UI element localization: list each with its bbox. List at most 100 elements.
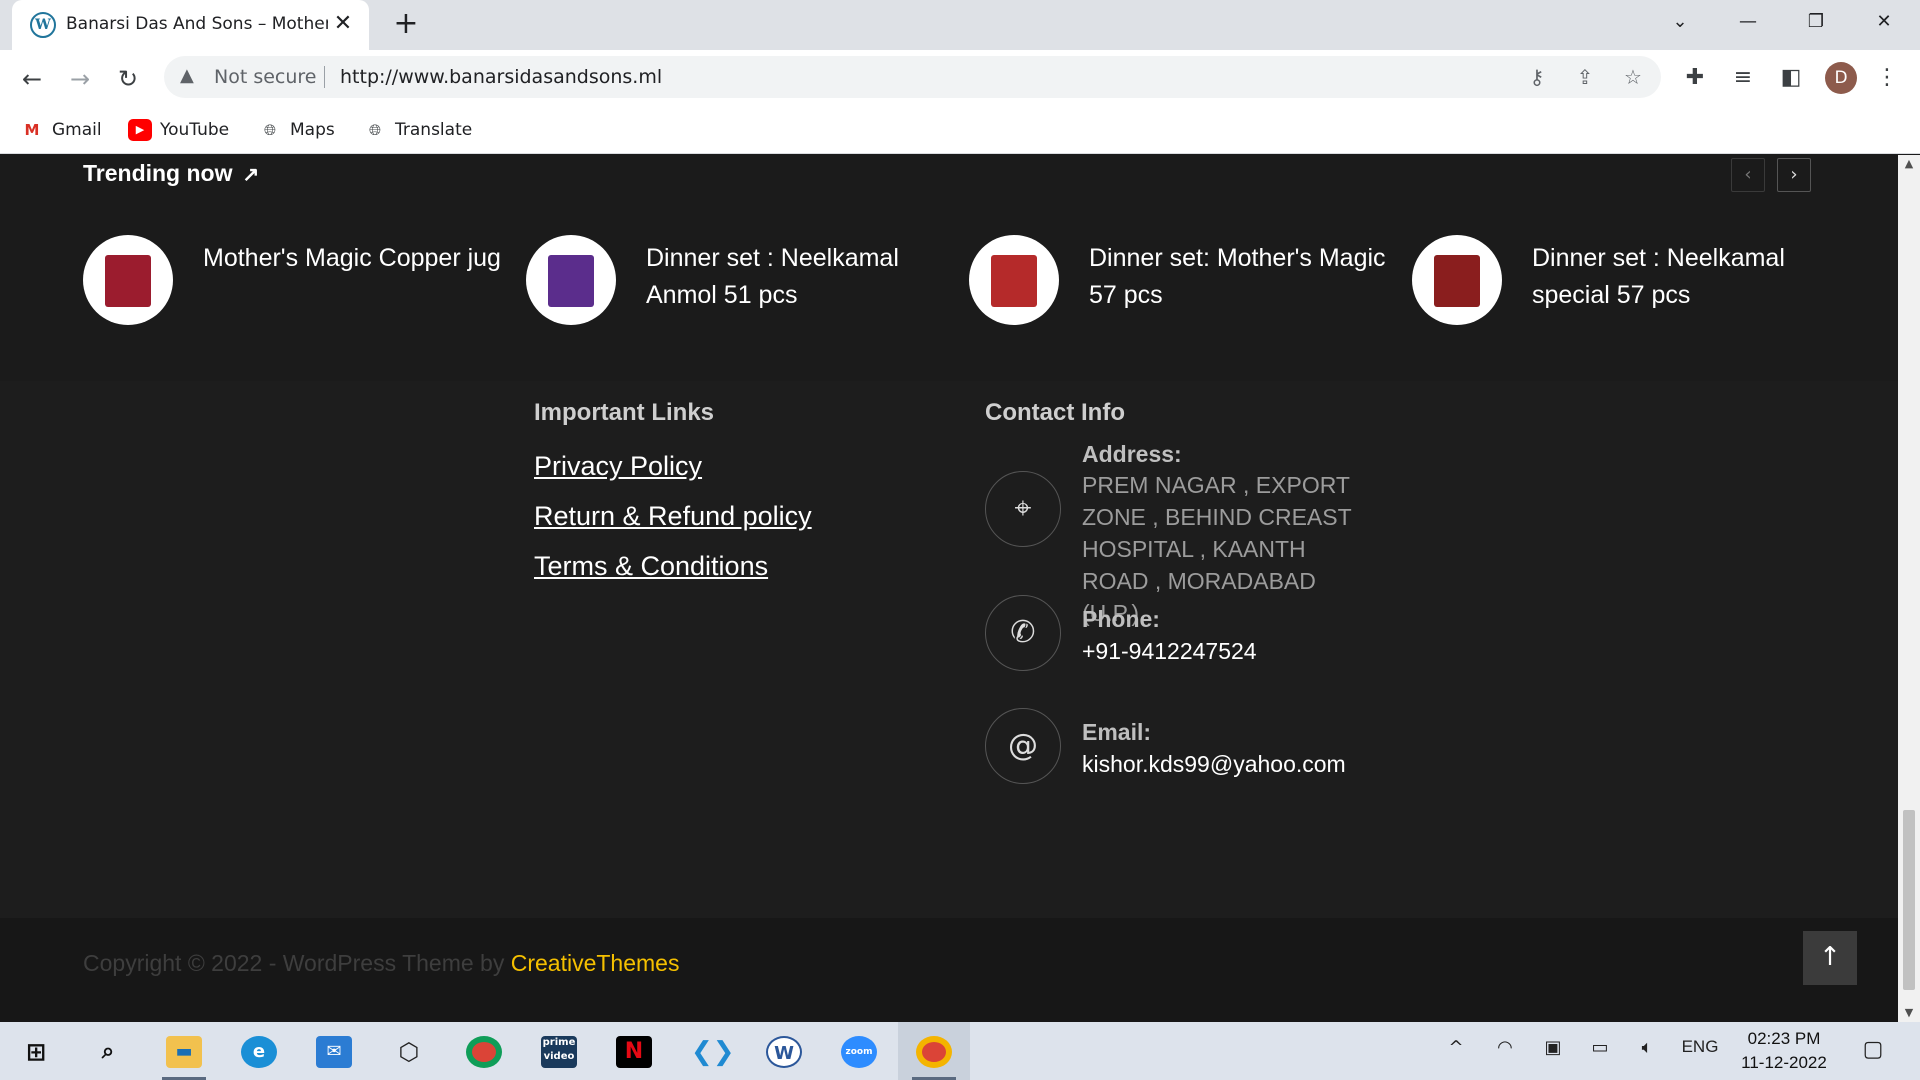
- profile-avatar[interactable]: D: [1825, 62, 1857, 94]
- wifi-icon[interactable]: ◠: [1490, 1037, 1520, 1058]
- bookmark-maps[interactable]: 🌐︎ Maps: [258, 119, 335, 143]
- taskbar-edge[interactable]: e: [223, 1022, 295, 1080]
- page-scrollbar[interactable]: ▲ ▼: [1898, 155, 1920, 1022]
- bookmark-youtube[interactable]: ▶ YouTube: [128, 119, 229, 143]
- taskbar-prime-video[interactable]: prime video: [523, 1022, 595, 1080]
- address-separator: [324, 66, 325, 88]
- vscode-icon: ❮❯: [691, 1037, 735, 1067]
- system-clock[interactable]: 02:23 PM 11-12-2022: [1735, 1027, 1833, 1075]
- taskbar-zoom[interactable]: zoom: [823, 1022, 895, 1080]
- product-box-image: [991, 255, 1037, 307]
- product-thumbnail[interactable]: [969, 235, 1059, 325]
- minimize-button[interactable]: —: [1713, 0, 1783, 44]
- email-value[interactable]: kishor.kds99@yahoo.com: [1082, 748, 1422, 780]
- language-indicator[interactable]: ENG: [1677, 1037, 1723, 1057]
- clock-time: 02:23 PM: [1747, 1029, 1821, 1048]
- bookmark-translate[interactable]: 🌐︎ Translate: [363, 119, 472, 143]
- browser-toolbar: ← → ↻ ▲ Not secure http://www.banarsidas…: [0, 50, 1920, 107]
- youtube-icon: ▶: [128, 119, 152, 141]
- security-status[interactable]: Not secure: [214, 66, 317, 88]
- taskbar-file-explorer[interactable]: ▬: [148, 1022, 220, 1080]
- product-thumbnail[interactable]: [1412, 235, 1502, 325]
- taskbar-mail[interactable]: ✉: [298, 1022, 370, 1080]
- windows-logo-icon: ⊞: [25, 1038, 47, 1066]
- footer-widgets: Important Links Privacy Policy Return & …: [0, 381, 1898, 918]
- trending-item[interactable]: Dinner set: Mother's Magic 57 pcs: [969, 235, 1409, 327]
- taskbar-chrome[interactable]: [448, 1022, 520, 1080]
- refund-policy-link[interactable]: Return & Refund policy: [534, 501, 812, 532]
- side-panel-icon[interactable]: ◧: [1775, 62, 1807, 94]
- extensions-icon[interactable]: ✚: [1679, 62, 1711, 94]
- url-text[interactable]: http://www.banarsidasandsons.ml: [340, 66, 662, 88]
- trending-item[interactable]: Dinner set : Neelkamal special 57 pcs: [1412, 235, 1852, 327]
- taskbar-unity[interactable]: ⬡: [373, 1022, 445, 1080]
- copyright-text: Copyright © 2022 - WordPress Theme by Cr…: [83, 950, 680, 976]
- privacy-policy-link[interactable]: Privacy Policy: [534, 451, 702, 482]
- important-links-heading: Important Links: [534, 399, 715, 426]
- volume-icon[interactable]: 🔈︎: [1632, 1037, 1662, 1058]
- tab-search-icon[interactable]: ⌄: [1645, 0, 1715, 44]
- taskbar-wordpad[interactable]: W: [748, 1022, 820, 1080]
- notification-icon[interactable]: ▢: [1855, 1037, 1891, 1062]
- chrome-profile-icon: [916, 1036, 952, 1068]
- restore-button[interactable]: ❐: [1781, 0, 1851, 44]
- search-icon: ⌕: [101, 1039, 115, 1064]
- phone-label: Phone:: [1082, 606, 1160, 632]
- scroll-down-arrow-icon[interactable]: ▼: [1898, 1004, 1920, 1022]
- taskbar-netflix[interactable]: N: [598, 1022, 670, 1080]
- product-box-image: [1434, 255, 1480, 307]
- mail-icon: ✉: [316, 1036, 352, 1068]
- bookmarks-bar: M Gmail ▶ YouTube 🌐︎ Maps 🌐︎ Translate: [0, 107, 1920, 154]
- media-control-icon[interactable]: ≡: [1727, 62, 1759, 94]
- product-thumbnail[interactable]: [526, 235, 616, 325]
- windows-taskbar: ⊞ ⌕ ▬ e ✉ ⬡ prime video N ❮❯ W zoom ^ ◠ ▣…: [0, 1022, 1920, 1080]
- product-name[interactable]: Dinner set: Mother's Magic 57 pcs: [1089, 240, 1389, 314]
- page-content: Trending now ↗ ‹ › Mother's Magic Copper …: [0, 155, 1898, 1022]
- maps-icon: 🌐︎: [263, 121, 276, 139]
- file-explorer-icon: ▬: [166, 1036, 202, 1068]
- share-icon[interactable]: ⇪: [1572, 64, 1598, 90]
- meet-now-icon[interactable]: ▣: [1538, 1037, 1568, 1058]
- bookmark-gmail[interactable]: M Gmail: [20, 119, 102, 143]
- wordpad-icon: W: [766, 1036, 802, 1068]
- email-label: Email:: [1082, 719, 1152, 745]
- reload-button[interactable]: ↻: [112, 63, 144, 95]
- tab-strip: W Banarsi Das And Sons – Mother's ✕ + ⌄ …: [0, 0, 1920, 51]
- close-tab-icon[interactable]: ✕: [329, 10, 357, 38]
- creativethemes-link[interactable]: CreativeThemes: [511, 950, 680, 976]
- address-bar[interactable]: ▲ Not secure http://www.banarsidasandson…: [164, 56, 1661, 98]
- address-value: PREM NAGAR , EXPORT ZONE , BEHIND CREAST…: [1082, 472, 1352, 626]
- search-button[interactable]: ⌕: [72, 1022, 144, 1080]
- product-name[interactable]: Dinner set : Neelkamal Anmol 51 pcs: [646, 240, 946, 314]
- phone-value[interactable]: +91-9412247524: [1082, 635, 1422, 667]
- warning-icon: ▲: [180, 65, 194, 86]
- close-window-button[interactable]: ✕: [1849, 0, 1919, 44]
- start-button[interactable]: ⊞: [0, 1022, 72, 1080]
- scroll-up-arrow-icon[interactable]: ▲: [1898, 155, 1920, 173]
- new-tab-button[interactable]: +: [390, 9, 422, 41]
- key-icon[interactable]: ⚷: [1524, 64, 1550, 90]
- terms-link[interactable]: Terms & Conditions: [534, 551, 768, 582]
- tab-title: Banarsi Das And Sons – Mother's: [66, 14, 328, 34]
- menu-icon[interactable]: ⋮: [1871, 62, 1903, 94]
- show-hidden-icons-icon[interactable]: ^: [1443, 1037, 1469, 1058]
- clock-date: 11-12-2022: [1741, 1053, 1827, 1072]
- bookmark-star-icon[interactable]: ☆: [1620, 64, 1646, 90]
- browser-tab[interactable]: W Banarsi Das And Sons – Mother's ✕: [12, 0, 369, 51]
- product-name[interactable]: Mother's Magic Copper jug: [203, 240, 503, 277]
- scrollbar-thumb[interactable]: [1903, 810, 1915, 990]
- footer-bottom-bar: Copyright © 2022 - WordPress Theme by Cr…: [0, 918, 1898, 1022]
- email-at-icon: @: [985, 708, 1061, 784]
- taskbar-chrome-profile[interactable]: [898, 1022, 970, 1080]
- product-name[interactable]: Dinner set : Neelkamal special 57 pcs: [1532, 240, 1832, 314]
- slider-next-button[interactable]: ›: [1777, 158, 1811, 192]
- product-thumbnail[interactable]: [83, 235, 173, 325]
- back-button[interactable]: ←: [16, 63, 48, 95]
- slider-prev-button[interactable]: ‹: [1731, 158, 1765, 192]
- scroll-to-top-button[interactable]: ↑: [1803, 931, 1857, 985]
- taskbar-vscode[interactable]: ❮❯: [673, 1022, 745, 1080]
- trending-item[interactable]: Dinner set : Neelkamal Anmol 51 pcs: [526, 235, 966, 327]
- forward-button[interactable]: →: [64, 63, 96, 95]
- battery-icon[interactable]: ▭: [1585, 1037, 1615, 1058]
- trending-item[interactable]: Mother's Magic Copper jug: [83, 235, 523, 327]
